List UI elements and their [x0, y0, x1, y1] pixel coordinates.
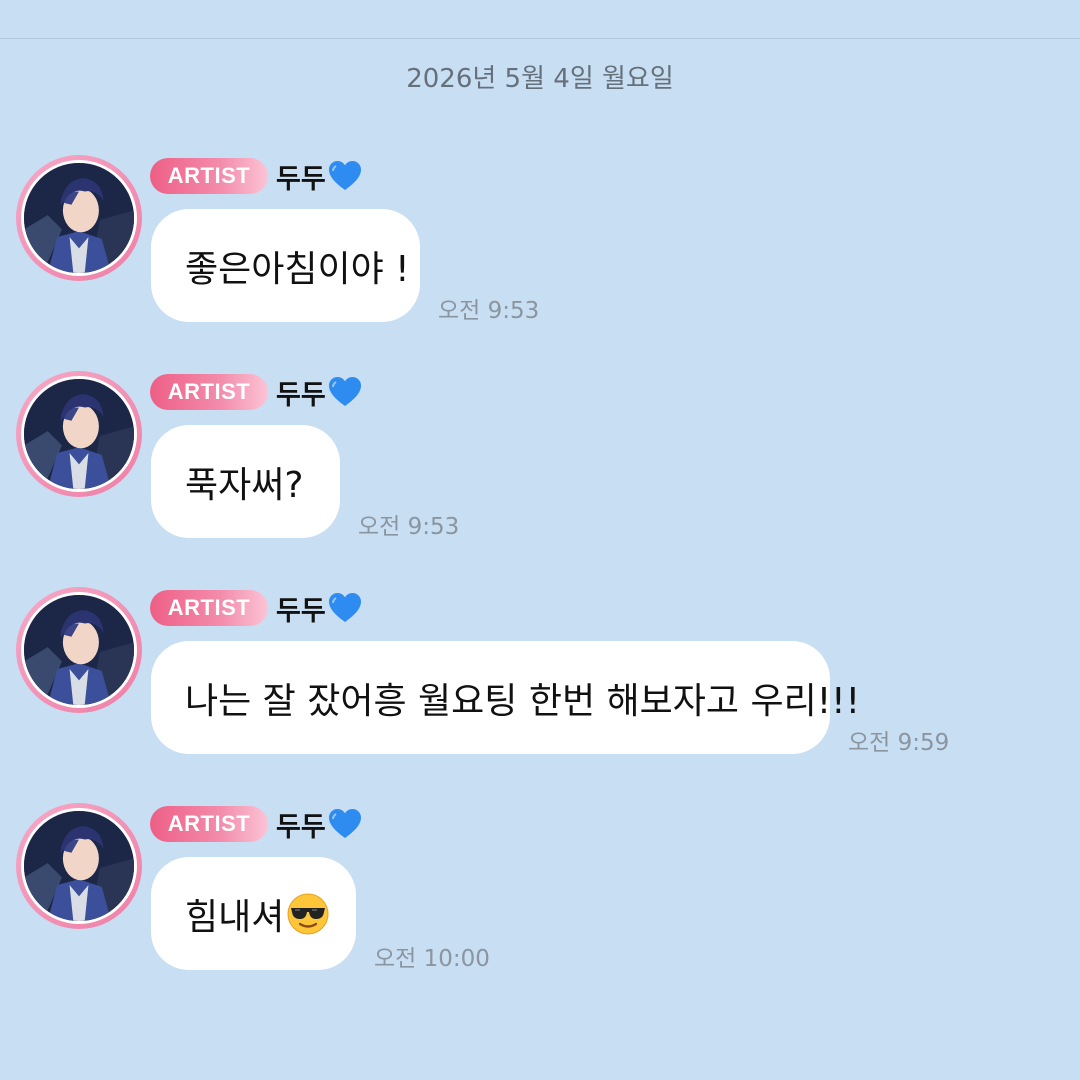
message-timestamp: 오전 9:53	[358, 514, 460, 540]
message-text: 좋은아침이야 !	[185, 248, 410, 290]
sender-name[interactable]: 두두	[276, 373, 326, 412]
artist-badge: ARTIST	[150, 374, 268, 410]
avatar-image	[21, 160, 137, 276]
message-item: ARTIST 두두 푹자써? 오전 9:53	[0, 371, 1080, 561]
message-bubble[interactable]: 힘내셔	[151, 857, 356, 970]
avatar[interactable]	[16, 371, 142, 497]
avatar[interactable]	[16, 587, 142, 713]
avatar-illustration	[24, 811, 134, 921]
message-item: ARTIST 두두 좋은아침이야 ! 오전 9:53	[0, 155, 1080, 345]
message-header: ARTIST 두두	[150, 805, 362, 843]
blue-heart-icon	[328, 376, 362, 408]
avatar-illustration	[24, 595, 134, 705]
message-header: ARTIST 두두	[150, 157, 362, 195]
blue-heart-icon	[328, 160, 362, 192]
message-timestamp: 오전 9:59	[848, 730, 950, 756]
message-item: ARTIST 두두 나는 잘 잤어흥 월요팅 한번 해보자고 우리!!! 오전 …	[0, 587, 1080, 777]
avatar-image	[21, 592, 137, 708]
sender-name[interactable]: 두두	[276, 589, 326, 628]
artist-badge: ARTIST	[150, 158, 268, 194]
message-bubble[interactable]: 나는 잘 잤어흥 월요팅 한번 해보자고 우리!!!	[151, 641, 860, 754]
sender-name[interactable]: 두두	[276, 805, 326, 844]
message-bubble[interactable]: 좋은아침이야 !	[151, 209, 420, 322]
message-text: 나는 잘 잤어흥 월요팅 한번 해보자고 우리!!!	[185, 680, 860, 722]
top-divider	[0, 38, 1080, 39]
avatar[interactable]	[16, 155, 142, 281]
avatar-illustration	[24, 163, 134, 273]
message-item: ARTIST 두두 힘내셔 오전 10:00	[0, 803, 1080, 993]
avatar-image	[21, 808, 137, 924]
message-bubble[interactable]: 푹자써?	[151, 425, 340, 538]
sunglasses-emoji-icon	[286, 892, 330, 936]
message-text: 힘내셔	[185, 896, 285, 938]
avatar[interactable]	[16, 803, 142, 929]
date-separator: 2026년 5월 4일 월요일	[406, 64, 674, 94]
sender-name[interactable]: 두두	[276, 157, 326, 196]
blue-heart-icon	[328, 592, 362, 624]
avatar-illustration	[24, 379, 134, 489]
blue-heart-icon	[328, 808, 362, 840]
artist-badge: ARTIST	[150, 590, 268, 626]
avatar-image	[21, 376, 137, 492]
message-timestamp: 오전 9:53	[438, 298, 540, 324]
artist-badge: ARTIST	[150, 806, 268, 842]
message-header: ARTIST 두두	[150, 589, 362, 627]
message-timestamp: 오전 10:00	[374, 946, 490, 972]
message-text: 푹자써?	[185, 464, 304, 506]
message-header: ARTIST 두두	[150, 373, 362, 411]
